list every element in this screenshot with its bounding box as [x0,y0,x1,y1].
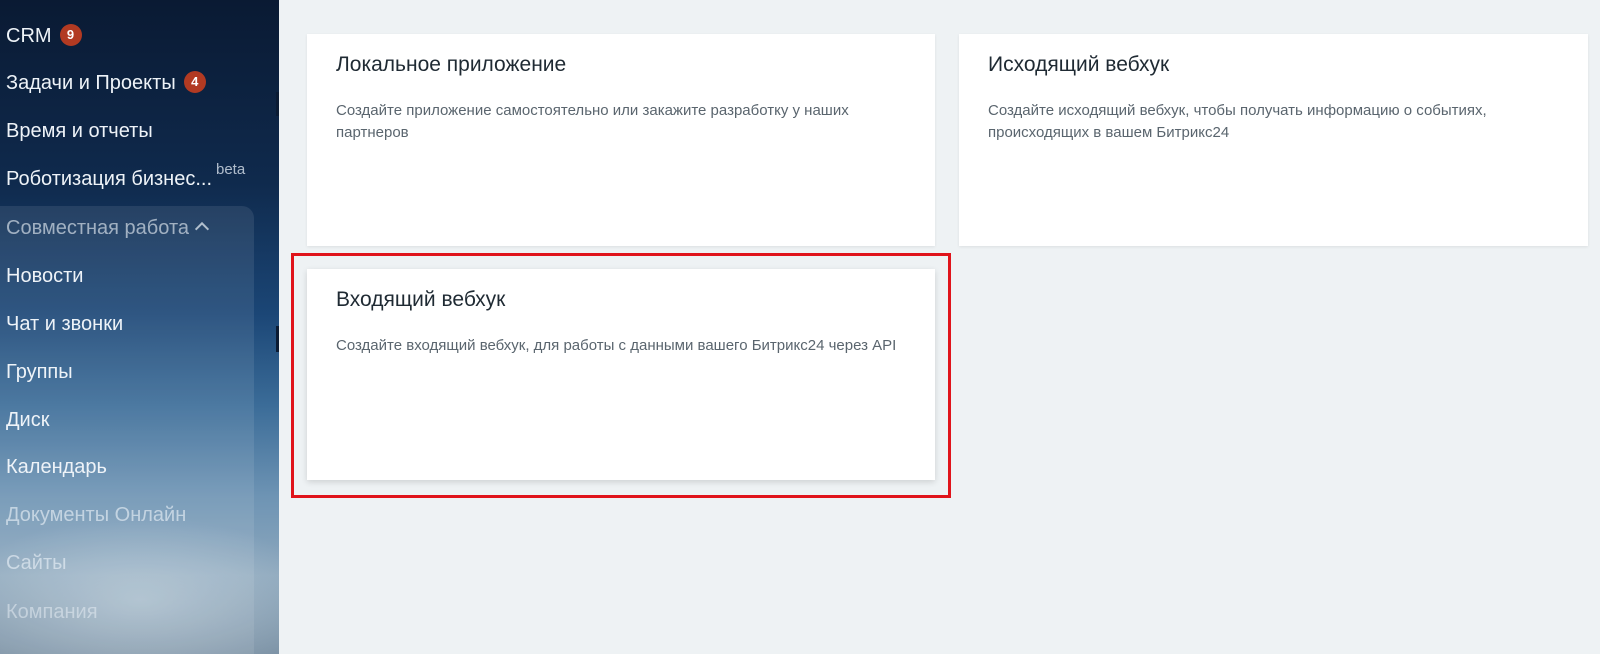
sidebar-item-label: Компания [6,601,98,623]
sidebar-item-label: Задачи и Проекты [6,72,176,94]
sidebar-item-documents-online[interactable]: Документы Онлайн [6,500,186,530]
sidebar-item-calendar[interactable]: Календарь [6,452,107,482]
card-local-app[interactable]: Локальное приложение Создайте приложение… [307,34,935,246]
sidebar-item-label: Группы [6,361,73,383]
sidebar-group-collaboration[interactable]: Совместная работа [6,213,210,243]
sidebar-item-automation[interactable]: Роботизация бизнес... beta [6,161,245,194]
sidebar-item-groups[interactable]: Группы [6,357,73,387]
card-title: Локальное приложение [336,53,567,76]
sidebar-item-company[interactable]: Компания [6,597,98,627]
card-description: Создайте исходящий вебхук, чтобы получат… [988,102,1487,141]
card-title: Исходящий вебхук [988,53,1170,76]
sidebar-item-chat-calls[interactable]: Чат и звонки [6,309,123,339]
sidebar-item-news[interactable]: Новости [6,261,83,291]
sidebar-item-label: Чат и звонки [6,313,124,335]
sidebar-group-label: Совместная работа [6,217,189,239]
sidebar-item-disk[interactable]: Диск [6,405,49,435]
sidebar-item-label: Диск [6,409,50,431]
sidebar-item-label: Роботизация бизнес... [6,168,212,190]
beta-tag: beta [216,161,246,178]
card-incoming-webhook[interactable]: Входящий вебхук Создайте входящий вебхук… [307,269,935,480]
card-description: Создайте приложение самостоятельно или з… [336,102,849,141]
card-outgoing-webhook[interactable]: Исходящий вебхук Создайте исходящий вебх… [959,34,1588,246]
sidebar-item-label: Время и отчеты [6,120,153,142]
sidebar-item-tasks[interactable]: Задачи и Проекты 4 [6,68,206,98]
sidebar-item-label: Документы Онлайн [6,504,187,526]
counter-badge: 9 [59,23,82,46]
chevron-up-icon [194,221,210,237]
card-description: Создайте входящий вебхук, для работы с д… [336,337,897,354]
sidebar-item-crm[interactable]: CRM 9 [6,21,82,51]
sidebar-item-label: Новости [6,265,84,287]
counter-badge: 4 [183,70,206,93]
sidebar-item-label: Сайты [6,552,67,574]
sidebar: CRM 9 Задачи и Проекты 4 Время и отчеты Ро… [0,0,279,654]
sidebar-item-time-reports[interactable]: Время и отчеты [6,116,153,146]
sidebar-item-label: Календарь [6,456,107,478]
sidebar-item-sites[interactable]: Сайты [6,548,67,578]
card-title: Входящий вебхук [336,288,506,311]
sidebar-edge-mark [276,326,279,352]
sidebar-item-label: CRM [6,25,52,47]
sidebar-edge-mark [276,92,279,116]
